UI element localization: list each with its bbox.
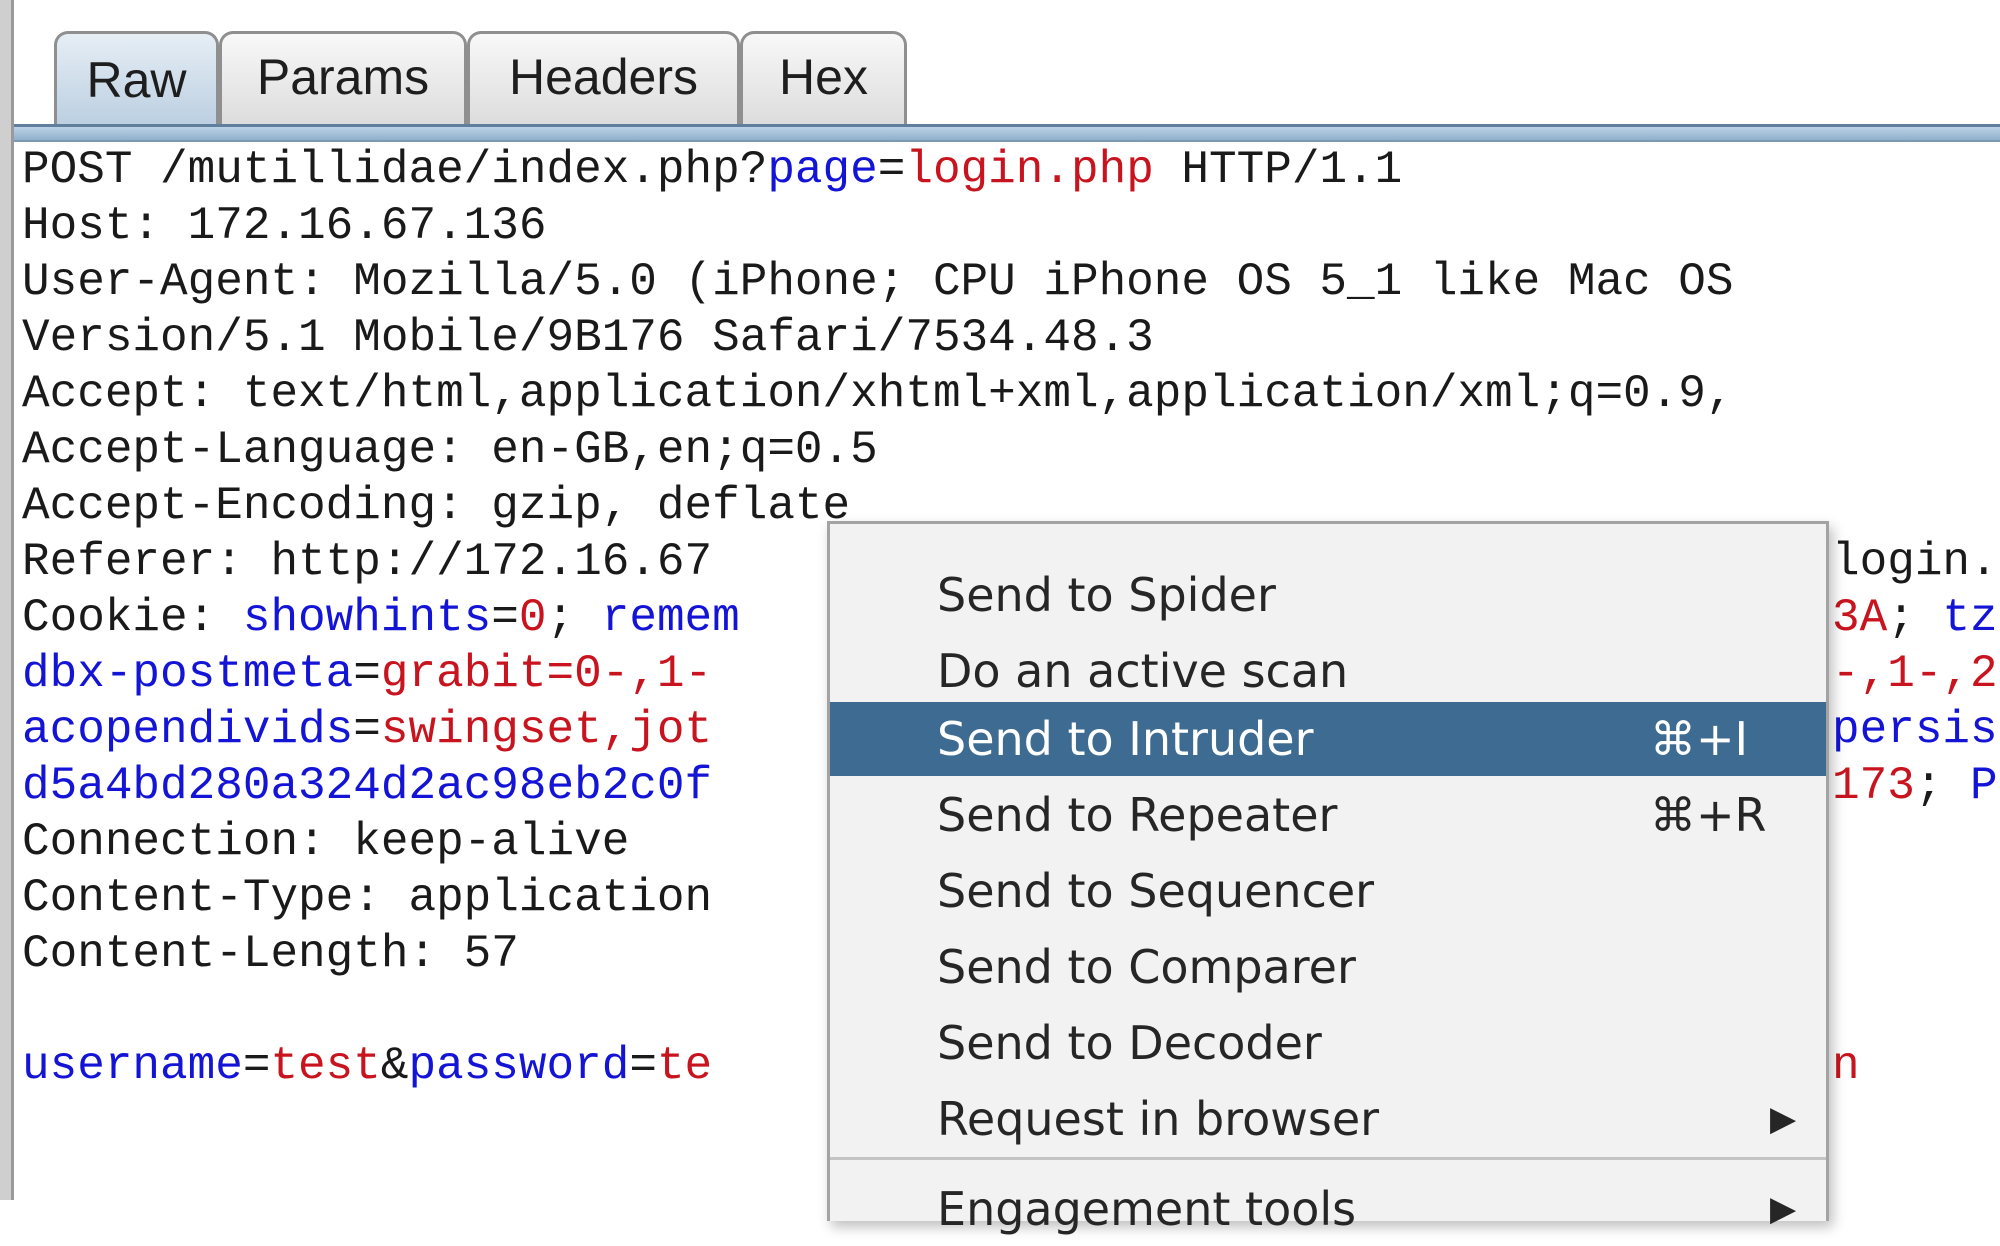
cookie-name: d5a4bd280a324d2ac98eb2c0f: [22, 760, 713, 812]
param-value: test: [270, 1040, 381, 1092]
user-agent-header: User-Agent: Mozilla/5.0 (iPhone; CPU iPh…: [22, 256, 1734, 308]
host-header: Host: 172.16.67.136: [22, 200, 547, 252]
shortcut-label: ⌘+I: [1650, 712, 1749, 766]
user-agent-continuation: Version/5.1 Mobile/9B176 Safari/7534.48.…: [22, 312, 1154, 364]
cookie-header-tail: 3A; tz: [1832, 592, 1998, 644]
cookie-name: showhints: [242, 592, 492, 644]
tab-strip-underline: [14, 124, 2000, 142]
cookie-value: 3A: [1832, 592, 1888, 644]
menu-item-send-to-decoder[interactable]: Send to Decoder: [830, 1006, 1826, 1080]
cookie-value: swingset,jot: [380, 704, 713, 756]
menu-item-request-in-browser[interactable]: Request in browser ▶: [830, 1082, 1826, 1156]
referer-header: Referer: http://172.16.67: [22, 536, 713, 588]
request-body-tail: n: [1832, 1038, 1860, 1094]
menu-item-do-active-scan[interactable]: Do an active scan: [830, 634, 1826, 708]
accept-encoding-header: Accept-Encoding: gzip, deflate: [22, 480, 851, 532]
tab-hex[interactable]: Hex: [740, 31, 907, 126]
request-line: POST /mutillidae/index.php?page=login.ph…: [22, 144, 1403, 196]
menu-item-send-to-spider[interactable]: Send to Spider: [830, 558, 1826, 632]
param-name: page: [767, 144, 878, 196]
cookie-name: dbx-postmeta: [22, 648, 354, 700]
cookie-continuation-1: dbx-postmeta=grabit=0-,1-: [22, 648, 713, 700]
cookie-value: grabit=0-,1-: [380, 648, 713, 700]
menu-item-send-to-intruder[interactable]: Send to Intruder ⌘+I: [830, 702, 1826, 776]
menu-item-engagement-tools[interactable]: Engagement tools ▶: [830, 1172, 1826, 1246]
cookie-value: 173: [1832, 760, 1915, 812]
cookie-value: -,1-,2: [1832, 648, 1998, 700]
cookie-continuation-3: d5a4bd280a324d2ac98eb2c0f: [22, 758, 712, 814]
tab-headers[interactable]: Headers: [467, 31, 740, 126]
cookie-header: Cookie: showhints=0; remem: [22, 592, 740, 644]
cookie-name: remem: [601, 592, 740, 644]
submenu-arrow-icon: ▶: [1770, 1189, 1797, 1229]
accept-language-header: Accept-Language: en-GB,en;q=0.5: [22, 424, 878, 476]
request-body: username=test&password=te: [22, 1040, 713, 1092]
tab-params[interactable]: Params: [219, 31, 467, 126]
menu-item-send-to-comparer[interactable]: Send to Comparer: [830, 930, 1826, 1004]
window-left-border: [0, 0, 14, 1200]
param-name: username: [22, 1040, 243, 1092]
cookie-name: tz: [1942, 592, 1998, 644]
submenu-arrow-icon: ▶: [1770, 1099, 1797, 1139]
tab-raw[interactable]: Raw: [54, 31, 219, 131]
param-value: n: [1832, 1040, 1860, 1092]
content-length-header: Content-Length: 57: [22, 928, 519, 980]
cookie-continuation-2-tail: persis: [1832, 702, 1998, 758]
accept-header: Accept: text/html,application/xhtml+xml,…: [22, 368, 1734, 420]
cookie-continuation-3-tail: 173; P: [1832, 760, 1998, 812]
param-name: password: [408, 1040, 630, 1092]
menu-separator: [830, 1157, 1826, 1160]
content-type-header: Content-Type: application: [22, 872, 713, 924]
menu-item-send-to-sequencer[interactable]: Send to Sequencer: [830, 854, 1826, 928]
shortcut-label: ⌘+R: [1650, 788, 1767, 842]
referer-header-tail: login.: [1832, 536, 1998, 588]
cookie-name: P: [1970, 760, 1998, 812]
cookie-name: acopendivids: [22, 704, 354, 756]
cookie-value: 0: [518, 592, 547, 644]
cookie-continuation-1-tail: -,1-,2: [1832, 646, 1998, 702]
context-menu: Send to Spider Do an active scan Send to…: [827, 521, 1829, 1236]
param-value: te: [656, 1040, 713, 1092]
cookie-name: persis: [1832, 704, 1998, 756]
param-value: login.php: [905, 144, 1154, 196]
cookie-continuation-2: acopendivids=swingset,jot: [22, 704, 713, 756]
menu-item-send-to-repeater[interactable]: Send to Repeater ⌘+R: [830, 778, 1826, 852]
connection-header: Connection: keep-alive: [22, 816, 630, 868]
